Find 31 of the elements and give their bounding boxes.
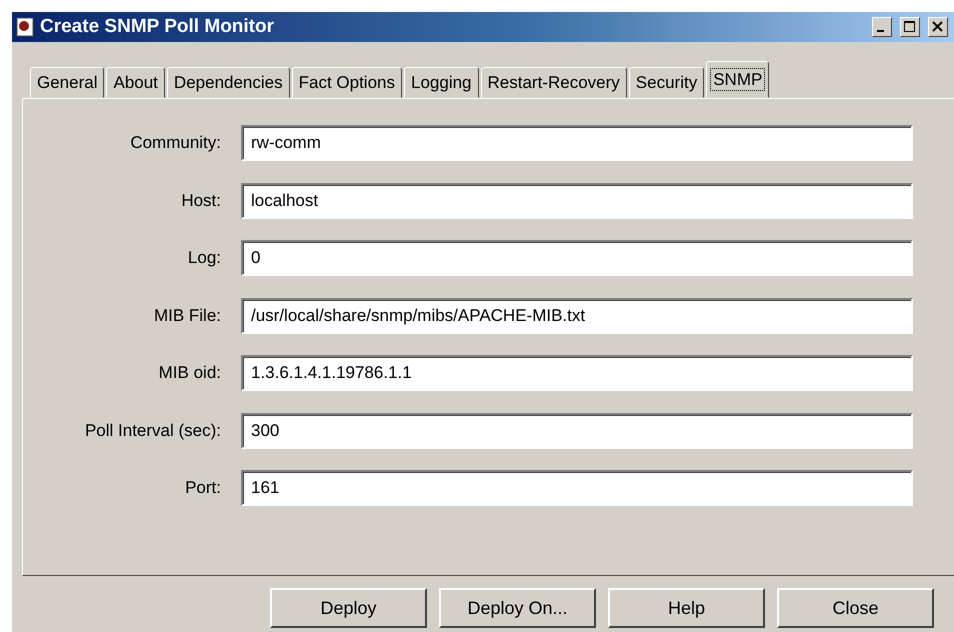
field-label: MIB oid: [158,363,221,383]
dialog-button[interactable]: Close [777,588,934,628]
tab[interactable]: General [30,67,104,98]
field-label: Community: [129,133,221,153]
dialog-button[interactable]: Help [608,588,765,628]
tab[interactable]: Dependencies [166,67,290,98]
input-field[interactable]: 0 [241,240,913,276]
field-label: Port: [184,478,221,498]
app-icon [16,17,34,37]
field-label: MIB File: [152,306,221,326]
tab[interactable]: Security [628,67,704,98]
input-field[interactable]: 1.3.6.1.4.1.19786.1.1 [241,355,913,391]
input-field[interactable]: localhost [241,182,913,218]
tab[interactable]: Restart-Recovery [480,67,627,98]
tab[interactable]: SNMP [706,61,770,98]
field-label: Log: [186,248,221,268]
field-label: Host: [180,190,221,210]
window-title: Create SNMP Poll Monitor [40,16,276,38]
field-label: Poll Interval (sec): [84,420,221,440]
minimize-icon[interactable] [872,17,892,37]
dialog-button[interactable]: Deploy [270,588,427,628]
tab[interactable]: Fact Options [292,67,402,98]
input-field[interactable]: rw-comm [241,125,913,161]
input-field[interactable]: 300 [241,412,913,448]
tab[interactable]: About [106,67,165,98]
maximize-icon[interactable] [900,17,920,37]
dialog-button[interactable]: Deploy On... [439,588,596,628]
close-icon[interactable] [928,17,948,37]
input-field[interactable]: 161 [241,470,913,506]
input-field[interactable]: /usr/local/share/snmp/mibs/APACHE-MIB.txt [241,298,913,334]
tab[interactable]: Logging [404,67,479,98]
